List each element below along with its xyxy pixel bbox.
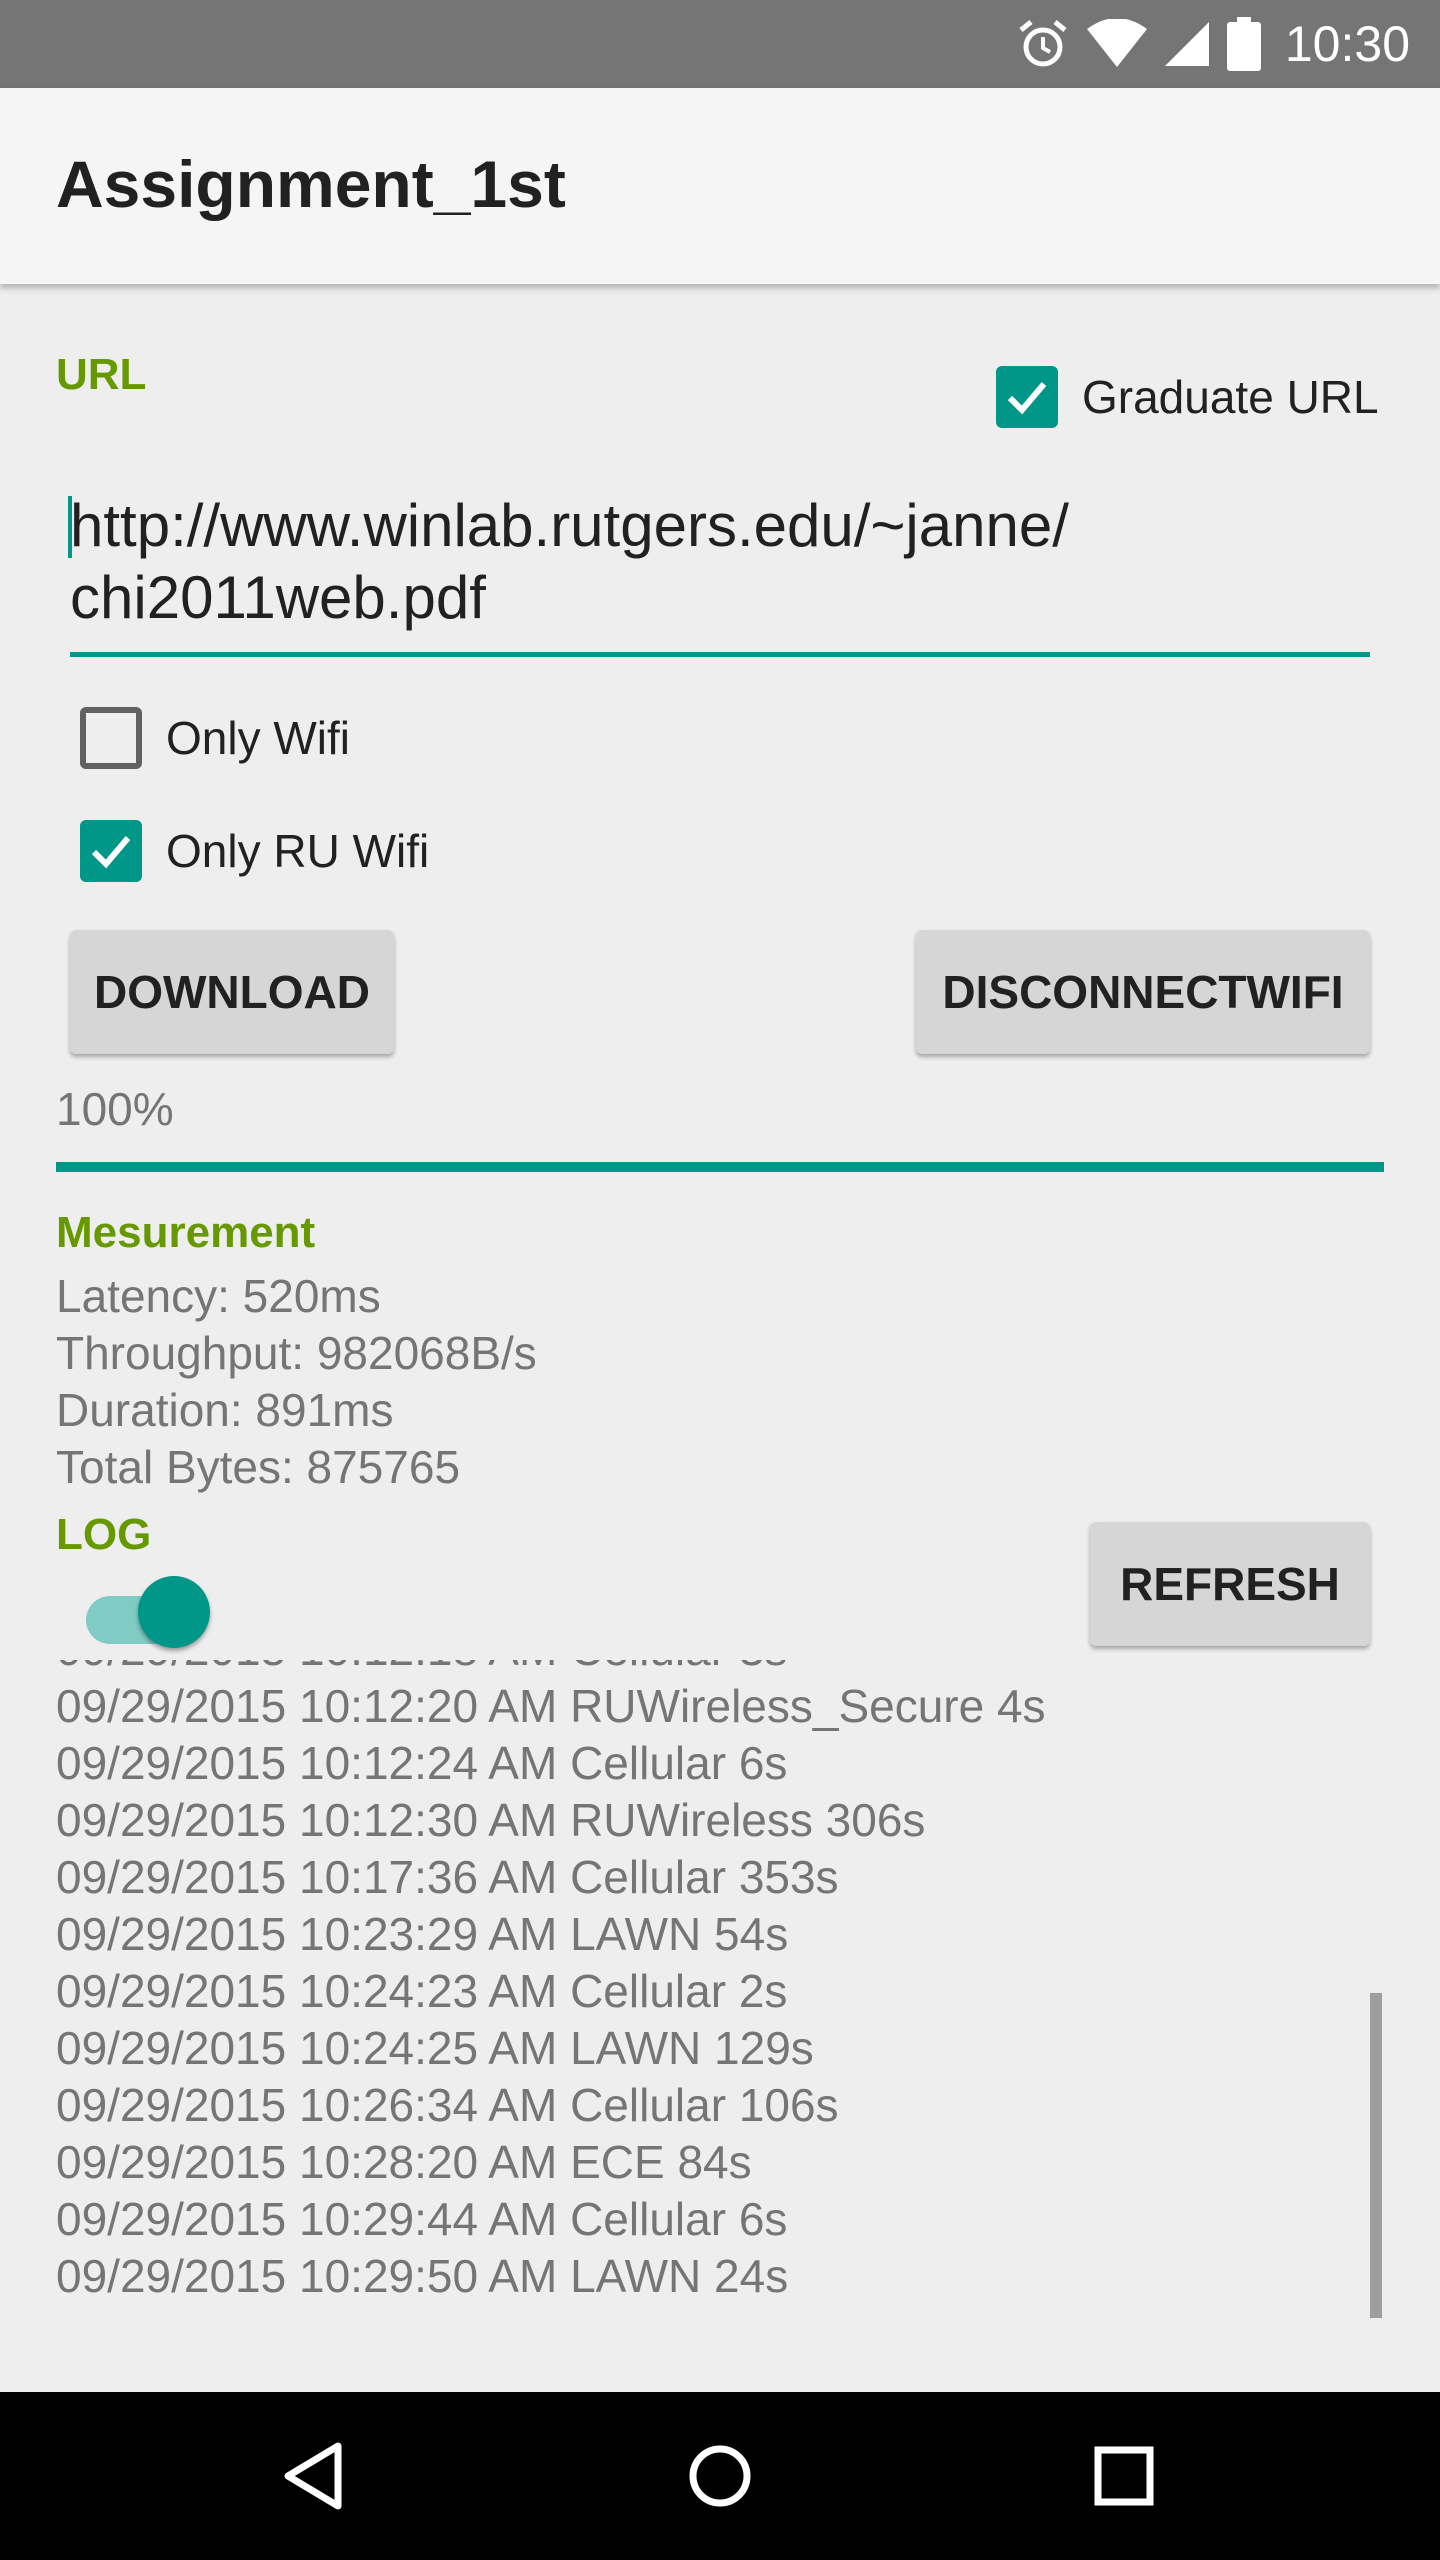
log-entry: 09/29/2015 10:12:18 AM Cellular 3s xyxy=(56,1660,1046,1678)
only-wifi-label: Only Wifi xyxy=(166,712,350,764)
log-toggle-switch[interactable] xyxy=(86,1576,212,1648)
progress-bar-fill xyxy=(56,1162,1384,1172)
measurement-title: Mesurement xyxy=(56,1208,316,1257)
checkbox-checked-icon xyxy=(996,366,1058,428)
total-bytes-text: Total Bytes: 875765 xyxy=(56,1441,461,1493)
log-scrollbar[interactable] xyxy=(1370,1993,1382,2318)
refresh-button[interactable]: REFRESH xyxy=(1090,1522,1370,1646)
back-icon[interactable] xyxy=(276,2436,356,2516)
duration-text: Duration: 891ms xyxy=(56,1384,394,1436)
log-entry: 09/29/2015 10:24:25 AM LAWN 129s xyxy=(56,2022,814,2074)
log-entry: 09/29/2015 10:23:29 AM LAWN 54s xyxy=(56,1908,789,1960)
log-title: LOG xyxy=(56,1510,152,1559)
checkbox-unchecked-icon xyxy=(80,707,142,769)
log-entry: 09/29/2015 10:29:50 AM LAWN 24s xyxy=(56,2250,789,2302)
status-icons: 10:30 xyxy=(1017,0,1410,88)
signal-icon xyxy=(1164,22,1209,66)
navigation-bar xyxy=(0,2392,1440,2560)
text-cursor xyxy=(68,496,72,558)
graduate-url-checkbox[interactable]: Graduate URL xyxy=(996,366,1379,428)
status-time: 10:30 xyxy=(1284,16,1410,72)
home-icon[interactable] xyxy=(680,2436,760,2516)
measurement-values: Latency: 520ms Throughput: 982068B/s Dur… xyxy=(56,1268,537,1496)
log-entry: 09/29/2015 10:17:36 AM Cellular 353s xyxy=(56,1851,839,1903)
alarm-icon xyxy=(1019,20,1067,67)
url-input-line-1: http://www.winlab.rutgers.edu/~janne/ xyxy=(70,492,1069,559)
log-entry: 09/29/2015 10:29:44 AM Cellular 6s xyxy=(56,2193,788,2245)
app-bar: Assignment_1st xyxy=(0,88,1440,284)
recents-icon[interactable] xyxy=(1084,2436,1164,2516)
throughput-text: Throughput: 982068B/s xyxy=(56,1327,537,1379)
only-wifi-checkbox[interactable]: Only Wifi xyxy=(80,707,350,769)
wifi-icon xyxy=(1086,19,1147,67)
disconnect-wifi-button[interactable]: DISCONNECTWIFI xyxy=(916,930,1370,1054)
url-input-line-2: chi2011web.pdf xyxy=(70,564,486,631)
progress-percent: 100% xyxy=(56,1083,174,1135)
url-label: URL xyxy=(56,350,147,399)
url-input-underline xyxy=(70,652,1370,657)
log-list-viewport[interactable]: 09/29/2015 10:12:18 AM Cellular 3s 09/29/… xyxy=(0,1660,1440,2320)
battery-icon xyxy=(1226,17,1261,71)
status-bar: 10:30 xyxy=(0,0,1440,88)
graduate-url-label: Graduate URL xyxy=(1082,371,1379,423)
log-entry: 09/29/2015 10:26:34 AM Cellular 106s xyxy=(56,2079,839,2131)
switch-thumb xyxy=(138,1576,210,1648)
log-list: 09/29/2015 10:12:18 AM Cellular 3s 09/29/… xyxy=(56,1660,1046,2305)
download-button[interactable]: DOWNLOAD xyxy=(70,930,394,1054)
log-entry: 09/29/2015 10:24:23 AM Cellular 2s xyxy=(56,1965,788,2017)
checkbox-checked-icon xyxy=(80,820,142,882)
log-entry: 09/29/2015 10:12:24 AM Cellular 6s xyxy=(56,1737,788,1789)
log-entry: 09/29/2015 10:28:20 AM ECE 84s xyxy=(56,2136,752,2188)
app-title: Assignment_1st xyxy=(56,147,566,221)
only-ru-wifi-label: Only RU Wifi xyxy=(166,825,430,877)
log-entry: 09/29/2015 10:12:20 AM RUWireless_Secure… xyxy=(56,1680,1046,1732)
only-ru-wifi-checkbox[interactable]: Only RU Wifi xyxy=(80,820,429,882)
url-input[interactable]: http://www.winlab.rutgers.edu/~janne/ ch… xyxy=(68,490,1370,634)
progress-bar xyxy=(56,1162,1384,1172)
log-entry: 09/29/2015 10:12:30 AM RUWireless 306s xyxy=(56,1794,926,1846)
latency-text: Latency: 520ms xyxy=(56,1270,381,1322)
